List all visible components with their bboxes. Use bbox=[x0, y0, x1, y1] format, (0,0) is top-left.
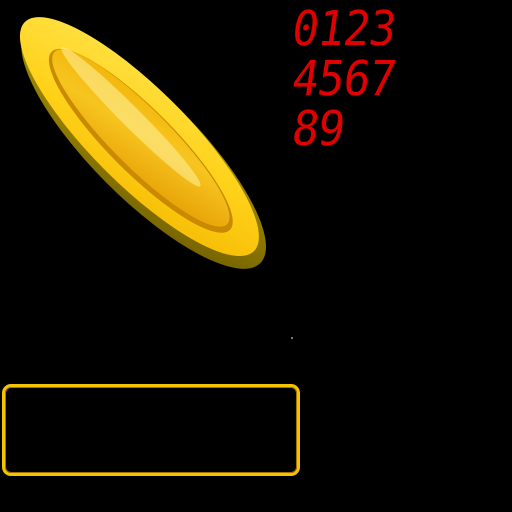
digit-row-4-7: 4567 bbox=[288, 51, 400, 107]
stray-pixel bbox=[291, 337, 293, 339]
panel-frame bbox=[2, 384, 300, 476]
digit-sprite-sheet: 0123 4567 89 bbox=[289, 1, 426, 160]
gold-coin-icon bbox=[19, 17, 266, 269]
digit-row-0-3: 0123 bbox=[288, 1, 400, 57]
digit-row-8-9: 89 bbox=[288, 101, 348, 157]
